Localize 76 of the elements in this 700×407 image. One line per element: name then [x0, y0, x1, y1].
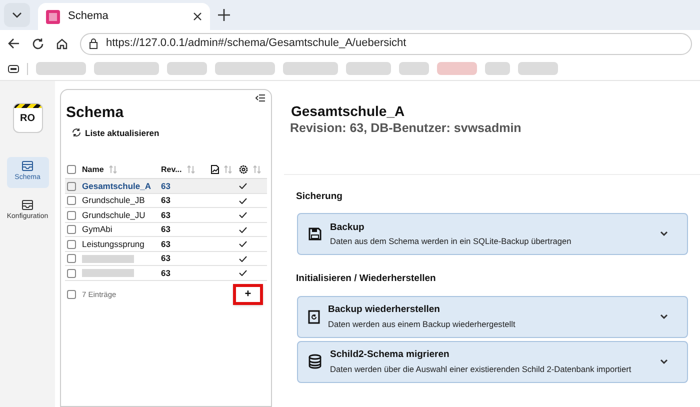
restore-icon	[308, 310, 320, 324]
inbox-icon	[22, 161, 33, 171]
accordion-card[interactable]: Backup Daten aus dem Schema werden in ein SQLite-Backup übertragen	[297, 213, 688, 256]
settings-icon[interactable]	[239, 165, 248, 174]
section-heading: Initialisieren / Wiederherstellen	[296, 272, 437, 286]
column-header[interactable]: Name	[82, 164, 104, 176]
checkbox[interactable]	[67, 165, 76, 174]
tab-title: Schema	[68, 9, 110, 24]
checkbox[interactable]	[67, 268, 76, 278]
checkbox[interactable]	[67, 290, 76, 300]
revision-cell: 63	[161, 238, 170, 249]
card-title: Schild2-Schema migrieren	[330, 348, 450, 362]
card-description: Daten aus dem Schema werden in ein SQLite-Backup übertragen	[330, 235, 572, 248]
schema-name: Leistungssprung	[82, 238, 144, 249]
table-row[interactable]: Gesamtschule_A 63	[65, 179, 267, 194]
table-row[interactable]: Grundschule_JU 63	[65, 208, 267, 223]
detail-title: Gesamtschule_A	[290, 103, 406, 120]
url-text: https://127.0.0.1/admin#/schema/Gesamtschule_A/uebersicht	[106, 36, 406, 52]
panel-title: Schema	[66, 103, 124, 123]
refresh-icon	[72, 128, 81, 138]
chart-document-icon[interactable]	[211, 165, 219, 174]
schema-name: GymAbi	[82, 224, 112, 234]
table-row[interactable]: 63	[65, 266, 267, 281]
revision-cell: 63	[161, 210, 170, 220]
chevron-down-icon[interactable]	[659, 314, 669, 320]
sort-icon[interactable]	[108, 165, 117, 174]
browser-tab[interactable]: Schema	[38, 3, 210, 30]
section-heading: Sicherung	[296, 190, 344, 204]
revision-cell: 63	[161, 253, 170, 264]
address-bar[interactable]: https://127.0.0.1/admin#/schema/Gesamtschule_A/uebersicht	[80, 32, 692, 54]
chevron-down-icon[interactable]	[659, 358, 669, 365]
table-row[interactable]: Grundschule_JB 63	[65, 194, 267, 208]
new-tab-icon[interactable]	[218, 9, 230, 21]
table-row[interactable]: 63	[65, 252, 267, 266]
chevron-down-icon	[12, 12, 22, 18]
schema-name: Gesamtschule_A	[82, 180, 151, 191]
card-description: Daten werden über die Auswahl einer existierenden Schild 2-Datenbank importiert	[330, 362, 632, 375]
mode-badge: RO	[12, 103, 42, 133]
card-title: Backup wiederherstellen	[328, 303, 441, 318]
checkbox[interactable]	[67, 182, 76, 190]
close-icon[interactable]	[193, 12, 202, 21]
checkbox[interactable]	[67, 254, 76, 263]
home-icon[interactable]	[56, 38, 68, 50]
sort-icon[interactable]	[253, 165, 261, 174]
chevron-down-icon[interactable]	[659, 231, 669, 238]
table-row[interactable]: GymAbi 63	[65, 222, 267, 238]
card-description: Daten werden aus einem Backup wiederhergestellt	[328, 318, 516, 330]
checkbox[interactable]	[67, 210, 76, 220]
schema-name: Grundschule_JU	[82, 210, 146, 220]
revision-cell: 63	[161, 195, 170, 206]
detail-subtitle: Revision: 63, DB-Benutzer: svwsadmin	[290, 120, 522, 136]
card-title: Backup	[330, 221, 366, 236]
column-header[interactable]: Rev...	[161, 164, 182, 176]
inbox-icon	[22, 200, 33, 210]
sort-icon[interactable]	[186, 165, 195, 174]
revision-cell: 63	[161, 224, 170, 234]
sort-icon[interactable]	[224, 165, 232, 174]
revision-cell: 63	[161, 180, 170, 191]
app-logo-icon	[46, 10, 60, 24]
apps-icon[interactable]	[8, 64, 19, 72]
table-row[interactable]: Leistungssprung 63	[65, 237, 267, 252]
reload-icon[interactable]	[32, 38, 44, 50]
refresh-list-button[interactable]: Liste aktualisieren	[72, 126, 160, 140]
add-button[interactable]: +	[242, 289, 254, 300]
schema-name: Grundschule_JB	[82, 195, 145, 206]
back-icon[interactable]	[8, 38, 20, 49]
checkbox[interactable]	[67, 196, 76, 205]
accordion-card[interactable]: Schild2-Schema migrieren Daten werden über die Auswahl einer existierenden Schild 2-Datenbank importiert	[297, 340, 688, 383]
accordion-card[interactable]: Backup wiederherstellen Daten werden aus einem Backup wiederhergestellt	[297, 296, 688, 338]
tab-list-button[interactable]	[4, 3, 30, 27]
collapse-panel-icon[interactable]	[255, 94, 265, 102]
database-icon	[308, 354, 322, 370]
checkbox[interactable]	[67, 240, 76, 248]
revision-cell: 63	[161, 268, 170, 278]
checkbox[interactable]	[67, 225, 76, 234]
lock-icon	[89, 38, 98, 49]
